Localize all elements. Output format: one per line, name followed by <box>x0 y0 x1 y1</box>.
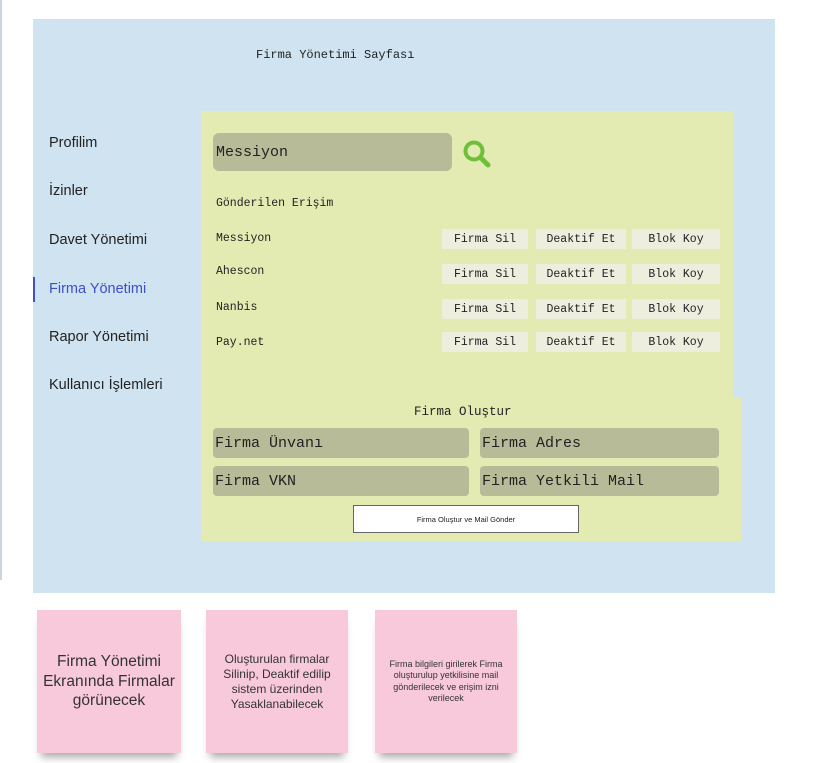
delete-company-button[interactable]: Firma Sil <box>442 229 528 249</box>
active-nav-indicator <box>33 277 35 302</box>
sticky-note: Firma Yönetimi Ekranında Firmalar görüne… <box>37 610 181 753</box>
sidebar-item-kullanici-islemleri[interactable]: Kullanıcı İşlemleri <box>49 377 163 393</box>
sticky-note: Firma bilgileri girilerek Firma oluşturu… <box>375 610 517 753</box>
deactivate-button[interactable]: Deaktif Et <box>536 264 626 284</box>
sidebar-item-profilim[interactable]: Profilim <box>49 135 97 151</box>
sidebar-item-rapor-yonetimi[interactable]: Rapor Yönetimi <box>49 329 149 345</box>
deactivate-button[interactable]: Deaktif Et <box>536 229 626 249</box>
page-title: Firma Yönetimi Sayfası <box>256 48 415 62</box>
create-and-send-mail-button[interactable]: Firma Oluştur ve Mail Gönder <box>353 505 579 533</box>
sticky-note: Oluşturulan firmalar Silinip, Deaktif ed… <box>206 610 348 753</box>
company-title-field[interactable] <box>213 428 469 458</box>
block-button[interactable]: Blok Koy <box>632 264 720 284</box>
company-vkn-field[interactable] <box>213 466 469 496</box>
sent-access-heading: Gönderilen Erişim <box>216 197 334 210</box>
left-edge-rule <box>0 0 2 580</box>
search-input[interactable]: Messiyon <box>213 133 452 171</box>
company-name: Ahescon <box>216 265 265 278</box>
delete-company-button[interactable]: Firma Sil <box>442 264 528 284</box>
delete-company-button[interactable]: Firma Sil <box>442 299 528 319</box>
sidebar-item-firma-yonetimi[interactable]: Firma Yönetimi <box>49 281 146 297</box>
deactivate-button[interactable]: Deaktif Et <box>536 332 626 352</box>
block-button[interactable]: Blok Koy <box>632 332 720 352</box>
company-name: Pay.net <box>216 336 265 349</box>
company-address-field[interactable] <box>480 428 719 458</box>
search-icon[interactable] <box>461 138 493 170</box>
company-name: Nanbis <box>216 301 258 314</box>
block-button[interactable]: Blok Koy <box>632 299 720 319</box>
sidebar-item-izinler[interactable]: İzinler <box>49 183 88 199</box>
company-authorized-mail-field[interactable] <box>480 466 719 496</box>
company-name: Messiyon <box>216 232 272 245</box>
block-button[interactable]: Blok Koy <box>632 229 720 249</box>
delete-company-button[interactable]: Firma Sil <box>442 332 528 352</box>
deactivate-button[interactable]: Deaktif Et <box>536 299 626 319</box>
sidebar-item-davet-yonetimi[interactable]: Davet Yönetimi <box>49 232 147 248</box>
create-company-heading: Firma Oluştur <box>414 405 512 419</box>
